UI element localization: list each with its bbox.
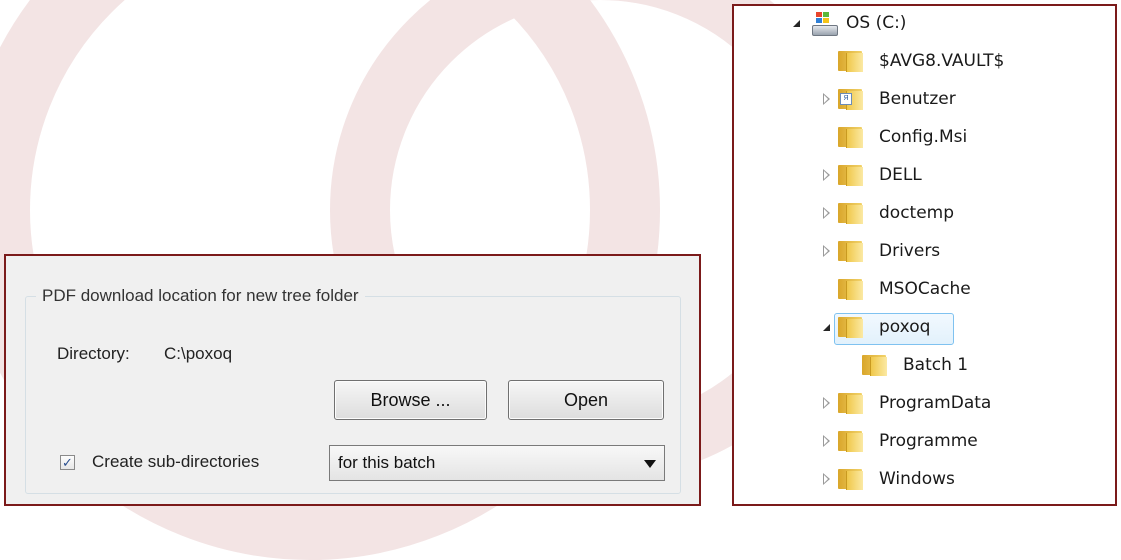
tree-item-dell[interactable]: DELL — [879, 160, 922, 190]
expanded-expander-icon[interactable] — [820, 321, 832, 333]
create-subdirectories-checkbox[interactable]: ✓ — [60, 454, 75, 470]
create-subdirectories-row[interactable]: ✓ Create sub-directories — [60, 452, 259, 472]
create-subdirectories-label[interactable]: Create sub-directories — [92, 452, 259, 472]
folder-tree-panel: OS (C:) $AVG8.VAULT$ Я Benutzer Config.Msi DE… — [732, 4, 1117, 506]
browse-button[interactable]: Browse ... — [334, 380, 487, 420]
folder-icon — [838, 164, 863, 186]
pdf-location-dialog: PDF download location for new tree folde… — [4, 254, 701, 506]
collapsed-expander-icon[interactable] — [820, 435, 832, 447]
subdirectory-mode-select[interactable]: for this batch — [329, 445, 665, 481]
groupbox-title: PDF download location for new tree folde… — [36, 286, 365, 306]
folder-icon — [838, 202, 863, 224]
open-button[interactable]: Open — [508, 380, 664, 420]
folder-icon — [838, 316, 863, 338]
tree-item-windows[interactable]: Windows — [879, 464, 955, 494]
folder-icon — [838, 430, 863, 452]
collapsed-expander-icon[interactable] — [820, 93, 832, 105]
tree-item-drivers[interactable]: Drivers — [879, 236, 940, 266]
folder-icon — [862, 354, 887, 376]
user-folder-icon: Я — [838, 88, 863, 110]
collapsed-expander-icon[interactable] — [820, 473, 832, 485]
tree-item-programdata[interactable]: ProgramData — [879, 388, 991, 418]
directory-label: Directory: — [57, 344, 130, 363]
subdirectory-mode-value: for this batch — [338, 453, 436, 472]
folder-icon — [838, 126, 863, 148]
tree-item-avg8-vault[interactable]: $AVG8.VAULT$ — [879, 46, 1004, 76]
tree-item-benutzer[interactable]: Benutzer — [879, 84, 956, 114]
collapsed-expander-icon[interactable] — [820, 245, 832, 257]
collapsed-expander-icon[interactable] — [820, 169, 832, 181]
drive-icon — [812, 12, 838, 36]
collapsed-expander-icon[interactable] — [820, 207, 832, 219]
folder-icon — [838, 50, 863, 72]
folder-icon — [838, 240, 863, 262]
checkmark-icon: ✓ — [62, 454, 73, 470]
directory-value: C:\poxoq — [164, 344, 233, 363]
expanded-expander-icon[interactable] — [790, 17, 802, 29]
tree-item-poxoq[interactable]: poxoq — [879, 312, 930, 342]
tree-item-msocache[interactable]: MSOCache — [879, 274, 971, 304]
collapsed-expander-icon[interactable] — [820, 397, 832, 409]
folder-icon — [838, 278, 863, 300]
tree-item-batch-1[interactable]: Batch 1 — [903, 350, 968, 380]
folder-icon — [838, 468, 863, 490]
tree-item-programme[interactable]: Programme — [879, 426, 978, 456]
dropdown-arrow-icon[interactable] — [644, 460, 656, 468]
folder-icon — [838, 392, 863, 414]
tree-item-doctemp[interactable]: doctemp — [879, 198, 954, 228]
tree-item-os-drive[interactable]: OS (C:) — [846, 8, 906, 38]
tree-item-config-msi[interactable]: Config.Msi — [879, 122, 967, 152]
